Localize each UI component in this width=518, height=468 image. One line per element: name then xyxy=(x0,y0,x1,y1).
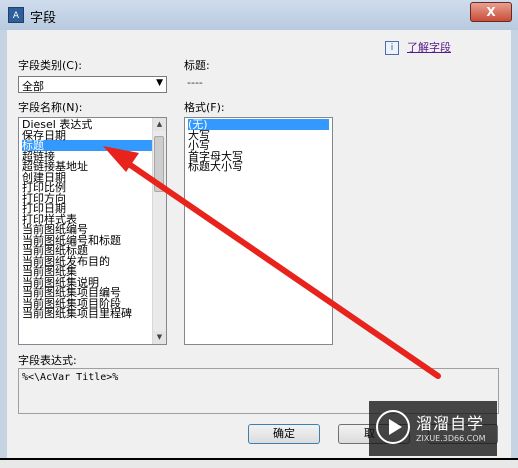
field-name-item[interactable]: Diesel 表达式 xyxy=(22,119,152,130)
format-items: (无) 大写 小写 首字母大写 标题大小写 xyxy=(188,119,329,172)
chevron-down-icon[interactable]: ▼ xyxy=(156,78,163,88)
field-names-label: 字段名称(N): xyxy=(18,101,83,114)
format-item[interactable]: (无) xyxy=(188,119,329,130)
field-dialog: A 字段 X i 了解字段 字段类别(C): 全部 ▼ 标题: ---- 字段名… xyxy=(0,0,518,468)
scroll-down-icon[interactable]: ▼ xyxy=(153,331,166,344)
autocad-icon: A xyxy=(8,7,24,23)
scroll-thumb[interactable] xyxy=(154,136,164,192)
title-bar[interactable]: A 字段 X xyxy=(0,0,518,30)
field-name-item[interactable]: 当前图纸集项目里程碑 xyxy=(22,308,152,319)
watermark: 溜溜自学 ZIXUE.3D66.COM xyxy=(369,401,497,456)
field-name-item[interactable]: 打印日期 xyxy=(22,203,152,214)
dialog-title: 字段 xyxy=(30,11,57,26)
watermark-brand: 溜溜自学 xyxy=(416,414,485,433)
watermark-url: ZIXUE.3D66.COM xyxy=(416,434,486,443)
dialog-body: i 了解字段 字段类别(C): 全部 ▼ 标题: ---- 字段名称(N): D… xyxy=(7,30,511,458)
title-value: ---- xyxy=(187,76,203,89)
format-item[interactable]: 小写 xyxy=(188,140,329,151)
field-expression-value: %<\AcVar Title>% xyxy=(22,372,119,383)
field-names-list[interactable]: Diesel 表达式 保存日期 标题 超链接 超链接基地址 创建日期 打印比例 打印方向 打印日… xyxy=(18,117,167,345)
bottom-edge-light xyxy=(0,460,518,468)
field-name-item[interactable]: 当前图纸标题 xyxy=(22,245,152,256)
info-icon: i xyxy=(385,41,399,55)
field-name-item[interactable]: 标题 xyxy=(22,140,152,151)
field-name-item[interactable]: 当前图纸编号 xyxy=(22,224,152,235)
play-logo-icon xyxy=(376,410,410,444)
field-name-item[interactable]: 当前图纸集项目编号 xyxy=(22,287,152,298)
field-category-label: 字段类别(C): xyxy=(18,59,82,72)
format-label: 格式(F): xyxy=(184,101,225,114)
format-list[interactable]: (无) 大写 小写 首字母大写 标题大小写 xyxy=(184,117,333,345)
field-category-dropdown[interactable]: 全部 ▼ xyxy=(18,76,167,93)
title-label: 标题: xyxy=(184,59,210,72)
field-name-item[interactable]: 打印比例 xyxy=(22,182,152,193)
format-item[interactable]: 标题大小写 xyxy=(188,161,329,172)
field-expression-label: 字段表达式: xyxy=(18,354,77,367)
field-name-item[interactable]: 当前图纸集 xyxy=(22,266,152,277)
field-category-value: 全部 xyxy=(22,80,44,93)
field-names-scrollbar[interactable]: ▲ ▼ xyxy=(152,118,166,344)
learn-fields-link[interactable]: 了解字段 xyxy=(407,39,451,55)
scroll-up-icon[interactable]: ▲ xyxy=(153,118,166,131)
field-names-items: Diesel 表达式 保存日期 标题 超链接 超链接基地址 创建日期 打印比例 打印方向 打印日… xyxy=(22,119,152,319)
field-name-item[interactable]: 超链接基地址 xyxy=(22,161,152,172)
ok-button[interactable]: 确定 xyxy=(248,424,320,444)
close-button[interactable]: X xyxy=(470,2,512,22)
